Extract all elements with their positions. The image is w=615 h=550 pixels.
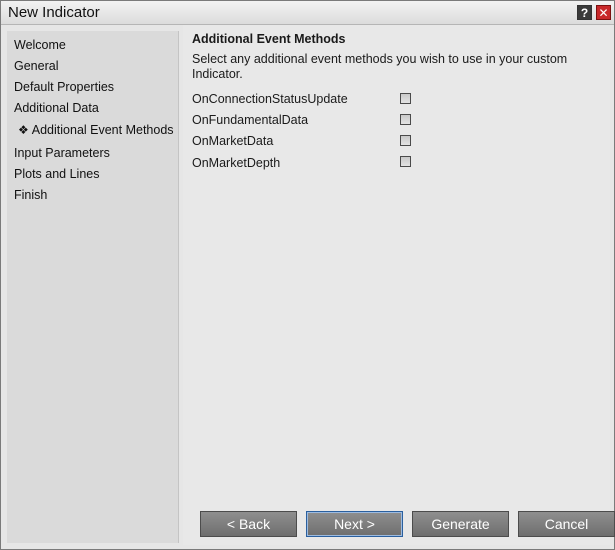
checkbox-onmarketdata[interactable] [400,135,411,146]
new-indicator-dialog: New Indicator ? ✕ Welcome General Defaul… [0,0,615,550]
sidebar-item-input-parameters[interactable]: Input Parameters [14,146,110,160]
wizard-content: Additional Event Methods Select any addi… [183,25,610,545]
back-button[interactable]: < Back [200,511,297,537]
option-label-onmarketdepth: OnMarketDepth [192,156,281,170]
sidebar-item-welcome[interactable]: Welcome [14,38,66,52]
generate-button[interactable]: Generate [412,511,509,537]
checkbox-onconnectionstatusupdate[interactable] [400,93,411,104]
sidebar-item-label: Additional Event Methods [31,123,174,137]
option-label-onmarketdata: OnMarketData [192,134,274,148]
close-icon[interactable]: ✕ [596,5,611,20]
checkbox-onmarketdepth[interactable] [400,156,411,167]
page-description: Select any additional event methods you … [192,52,568,81]
wizard-step-list: Welcome General Default Properties Addit… [7,31,179,543]
cancel-button[interactable]: Cancel [518,511,615,537]
next-button[interactable]: Next > [306,511,403,537]
title-bar: New Indicator ? ✕ [1,1,614,25]
sidebar-item-general[interactable]: General [14,59,58,73]
sidebar-item-additional-event-methods[interactable]: ❖ Additional Event Methods [18,123,174,137]
diamond-bullet-icon: ❖ [18,123,29,137]
checkbox-onfundamentaldata[interactable] [400,114,411,125]
sidebar-item-finish[interactable]: Finish [14,188,47,202]
page-heading: Additional Event Methods [192,32,346,46]
option-label-onfundamentaldata: OnFundamentalData [192,113,309,127]
sidebar-item-plots-and-lines[interactable]: Plots and Lines [14,167,99,181]
help-icon[interactable]: ? [577,5,592,20]
window-title: New Indicator [8,4,100,21]
option-label-onconnectionstatusupdate: OnConnectionStatusUpdate [192,92,348,106]
sidebar-item-additional-data[interactable]: Additional Data [14,101,99,115]
sidebar-item-default-properties[interactable]: Default Properties [14,80,114,94]
